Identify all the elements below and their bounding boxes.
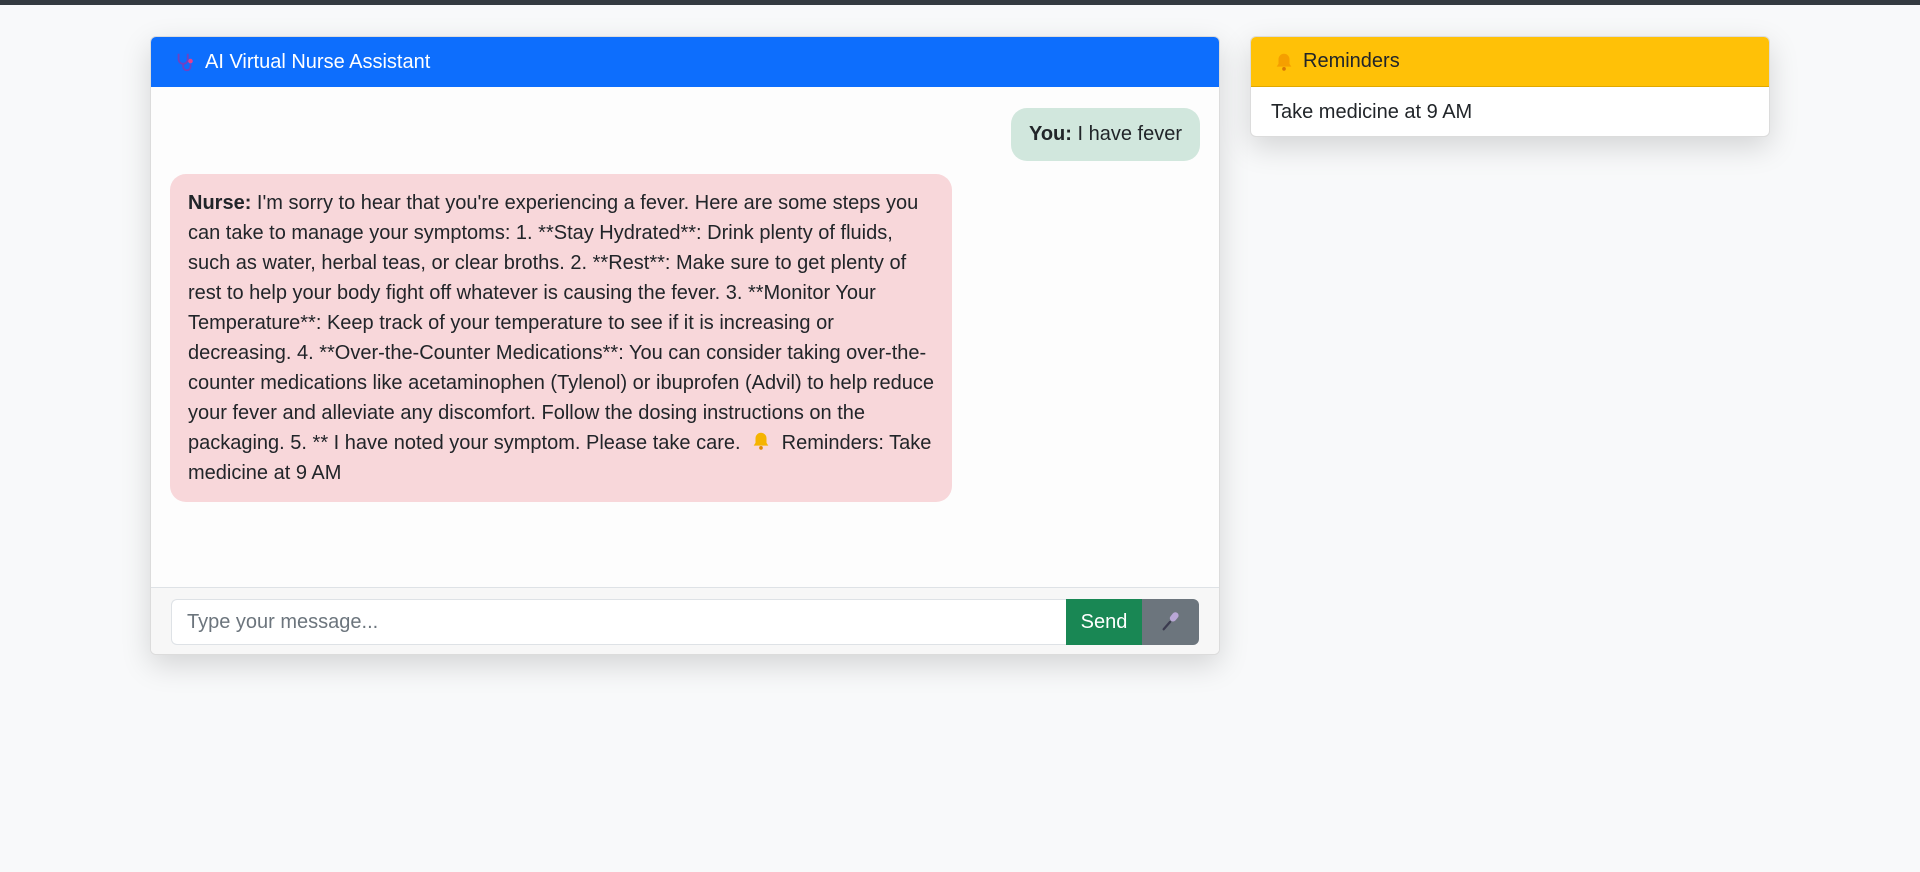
microphone-icon [1160,610,1182,635]
mic-button[interactable] [1142,599,1199,645]
nurse-sender-label: Nurse: [188,192,252,214]
stethoscope-icon [173,50,197,74]
chat-messages: You: I have fever Nurse: I'm sorry to he… [151,87,1219,624]
send-button[interactable]: Send [1066,599,1142,645]
nurse-reminder-label: Reminders: [781,432,884,454]
message-input[interactable] [171,599,1066,645]
reminders-header: Reminders [1251,37,1769,87]
reminder-item: Take medicine at 9 AM [1271,101,1473,123]
nurse-message-text: I'm sorry to hear that you're experienci… [188,192,934,454]
chat-input-bar: Send [151,587,1219,654]
top-strip [0,0,1920,5]
user-sender-label: You: [1028,123,1072,145]
reminders-card: Reminders Take medicine at 9 AM [1250,36,1770,137]
user-message-text: I have fever [1077,123,1182,145]
reminders-title: Reminders [1303,50,1400,72]
bell-icon [750,430,772,452]
nurse-message: Nurse: I'm sorry to hear that you're exp… [170,174,952,502]
chat-title: AI Virtual Nurse Assistant [205,50,431,73]
chat-card: AI Virtual Nurse Assistant You: I have f… [150,36,1220,655]
bell-icon [1273,51,1295,73]
user-message: You: I have fever [1010,108,1200,161]
chat-header: AI Virtual Nurse Assistant [151,37,1219,87]
